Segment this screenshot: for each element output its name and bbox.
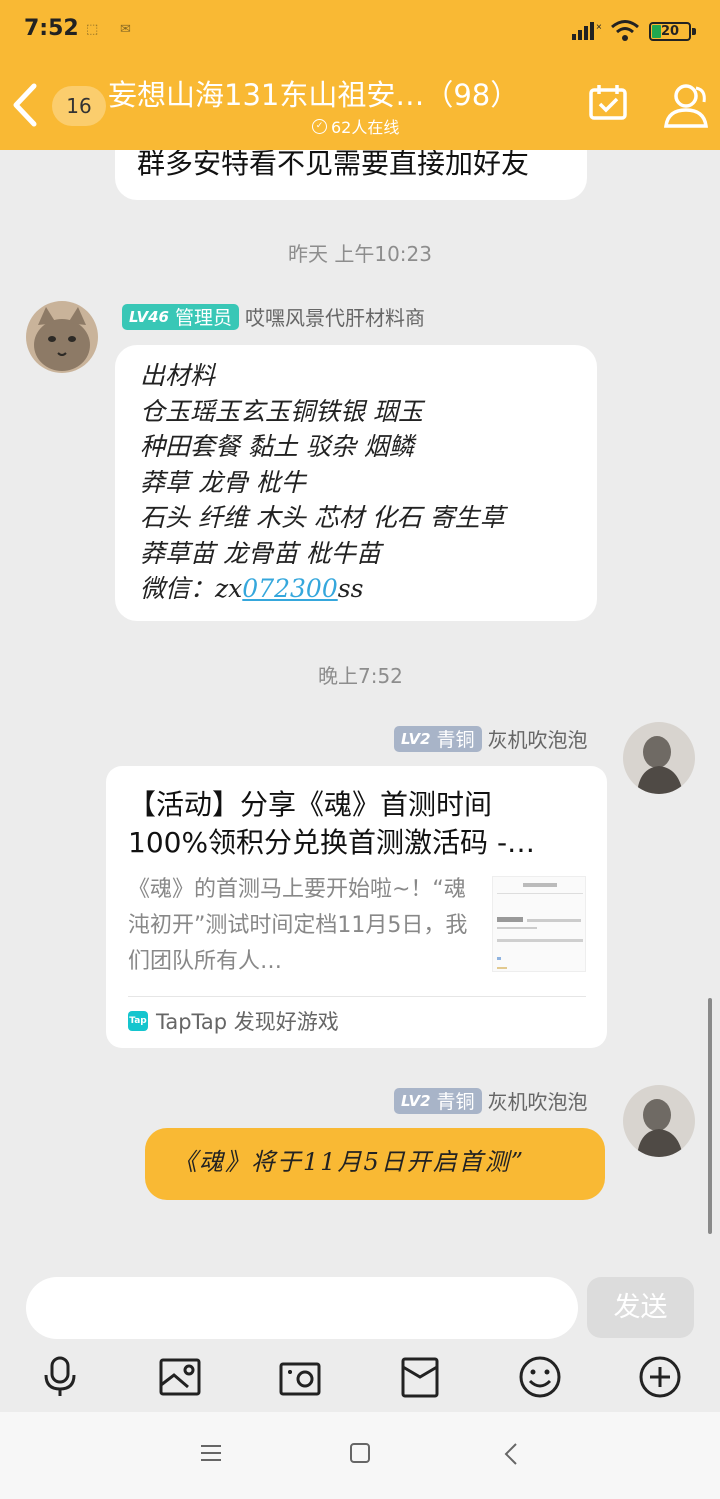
level-badge: LV2 青铜 [394, 725, 482, 752]
chat-header: 7:52 ⬚ ✉ × 20 16 妄想山海131东山祖安…（98） ✓ 62人在… [0, 0, 720, 150]
timestamp: 晚上7:52 [318, 664, 403, 688]
share-card[interactable]: 【活动】分享《魂》首测时间100%领积分兑换首测激活码 -… 《魂》的首测马上要… [106, 766, 607, 1048]
message-bubble[interactable]: 群多安特看不见需要直接加好友 [115, 150, 587, 200]
avatar[interactable] [623, 722, 695, 794]
back-nav-icon[interactable] [502, 1442, 520, 1466]
notification-icon: ✉ [120, 22, 131, 37]
message-text: 出材料 仓玉瑶玉玄玉铜铁银 珚玉 种田套餐 黏土 驳杂 烟鳞 莽草 龙骨 枇牛 … [140, 358, 505, 607]
level-text: LV2 [401, 1091, 431, 1110]
sender-line: LV46 管理员 哎嘿风景代肝材料商 [122, 302, 425, 331]
wechat-id-suffix: ss [337, 574, 364, 603]
message-line: 仓玉瑶玉玄玉铜铁银 珚玉 [140, 396, 423, 426]
role-text: 青铜 [436, 1091, 475, 1113]
mic-icon[interactable] [38, 1355, 82, 1399]
role-text: 管理员 [174, 307, 232, 329]
level-text: LV46 [129, 307, 169, 326]
chat-list[interactable]: 群多安特看不见需要直接加好友 昨天 上午10:23 LV46 管理员 哎嘿风景代… [0, 150, 720, 1275]
message-text: 群多安特看不见需要直接加好友 [137, 150, 530, 180]
system-nav-bar [0, 1412, 720, 1499]
status-bar: 7:52 ⬚ ✉ × 20 [0, 0, 720, 62]
online-icon: ✓ [312, 118, 327, 134]
online-count: ✓ 62人在线 [312, 114, 399, 138]
battery-icon: 20 [649, 22, 696, 41]
back-icon[interactable] [8, 82, 44, 128]
online-count-label: 62人在线 [331, 118, 400, 137]
card-source-label: TapTap 发现好游戏 [156, 1010, 339, 1034]
own-message-bubble[interactable]: 《魂》将于11月5日开启首测” [145, 1128, 605, 1200]
sender-name[interactable]: 灰机吹泡泡 [488, 1086, 588, 1115]
battery-level: 20 [660, 24, 680, 39]
camera-icon[interactable] [278, 1355, 322, 1399]
message-line: 种田套餐 黏土 驳杂 烟鳞 [140, 432, 414, 461]
group-title[interactable]: 妄想山海131东山祖安…（98） [108, 72, 538, 114]
card-divider [128, 996, 586, 997]
taptap-logo-icon: Tap [128, 1011, 148, 1031]
level-text: LV2 [401, 729, 431, 748]
image-icon[interactable] [158, 1355, 202, 1399]
wechat-label: 微信： [140, 574, 216, 603]
avatar[interactable] [26, 301, 98, 373]
sender-line: LV2 青铜 灰机吹泡泡 [394, 724, 588, 753]
wechat-id-prefix: zx [215, 574, 243, 603]
signal-icon: × [572, 22, 602, 40]
sender-name[interactable]: 哎嘿风景代肝材料商 [245, 302, 425, 331]
avatar[interactable] [623, 1085, 695, 1157]
calendar-check-icon[interactable] [588, 82, 628, 122]
status-time: 7:52 [24, 16, 79, 41]
message-line: 莽草苗 龙骨苗 枇牛苗 [140, 538, 381, 568]
message-line: 莽草 龙骨 枇牛 [140, 467, 306, 497]
wechat-id-link[interactable]: 072300 [242, 574, 337, 603]
menu-nav-icon[interactable] [200, 1442, 222, 1464]
card-source: Tap TapTap 发现好游戏 [128, 1006, 339, 1036]
sender-name[interactable]: 灰机吹泡泡 [488, 724, 588, 753]
message-line: 出材料 [140, 361, 216, 390]
card-description: 《魂》的首测马上要开始啦~！“魂沌初开”测试时间定档11月5日，我们团队所有人… [128, 877, 468, 974]
wifi-icon [611, 20, 639, 41]
svg-text:×: × [596, 22, 602, 33]
emoji-icon[interactable] [518, 1355, 562, 1399]
message-bubble[interactable]: 出材料 仓玉瑶玉玄玉铜铁银 珚玉 种田套餐 黏土 驳杂 烟鳞 莽草 龙骨 枇牛 … [115, 345, 597, 621]
group-members-icon[interactable] [660, 82, 712, 130]
home-nav-icon[interactable] [349, 1442, 371, 1464]
card-title: 【活动】分享《魂》首测时间100%领积分兑换首测激活码 -… [128, 788, 536, 859]
input-area: 发送 [0, 1275, 720, 1412]
unread-count-badge[interactable]: 16 [52, 86, 106, 126]
card-thumbnail [492, 876, 586, 972]
level-badge: LV2 青铜 [394, 1087, 482, 1114]
plus-icon[interactable] [638, 1355, 682, 1399]
wechat-line: 微信：zx072300ss [140, 571, 505, 607]
sender-line: LV2 青铜 灰机吹泡泡 [394, 1086, 588, 1115]
message-line: 石头 纤维 木头 芯材 化石 寄生草 [140, 503, 505, 532]
notification-icon: ⬚ [86, 22, 99, 37]
message-input[interactable] [26, 1277, 578, 1339]
role-text: 青铜 [436, 729, 475, 751]
level-badge: LV46 管理员 [122, 303, 239, 330]
timestamp: 昨天 上午10:23 [288, 242, 432, 266]
red-packet-icon[interactable] [398, 1355, 442, 1399]
scrollbar[interactable] [708, 998, 712, 1234]
send-button[interactable]: 发送 [587, 1277, 694, 1338]
message-text: 《魂》将于11月5日开启首测” [173, 1148, 526, 1176]
